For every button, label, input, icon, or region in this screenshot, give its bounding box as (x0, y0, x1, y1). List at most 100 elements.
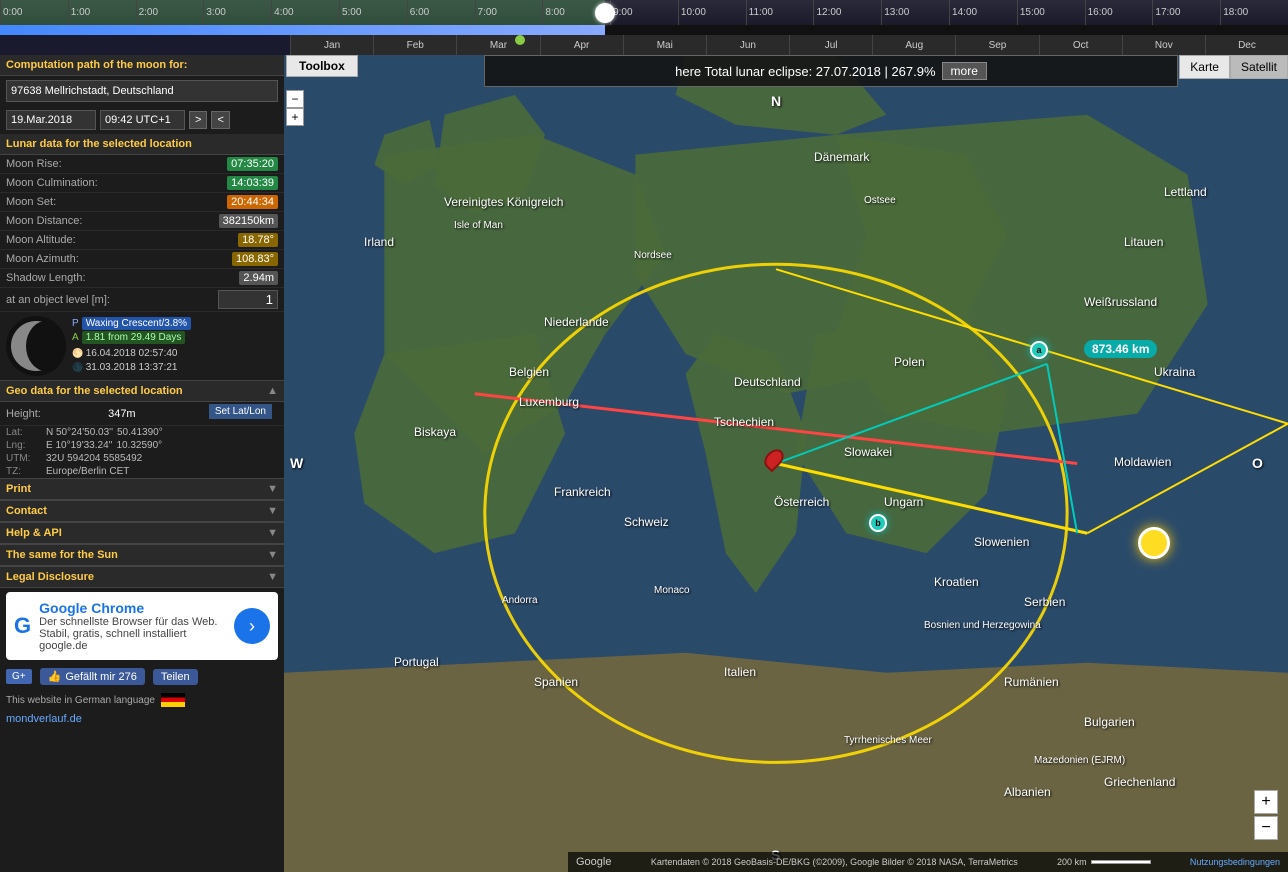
moon-altitude-value: 18.78° (238, 233, 278, 247)
print-label: Print (6, 483, 31, 495)
month-mar[interactable]: Mar (456, 35, 539, 55)
google-logo: Google (576, 856, 611, 868)
distance-label: 873.46 km (1084, 340, 1157, 358)
nutzungsbedingungen-link[interactable]: Nutzungsbedingungen (1190, 857, 1280, 867)
ad-logo: G (14, 613, 31, 639)
nav-next-button[interactable]: > (189, 111, 207, 129)
eclipse-text: here Total lunar eclipse: 27.07.2018 | 2… (675, 64, 935, 79)
month-jan[interactable]: Jan (290, 35, 373, 55)
left-panel: Computation path of the moon for: > < Lu… (0, 55, 284, 872)
fb-like-button[interactable]: 👍Gefällt mir 276 (40, 668, 145, 685)
fb-share-button[interactable]: Teilen (153, 669, 198, 685)
point-b-marker[interactable]: b (869, 514, 887, 532)
month-feb[interactable]: Feb (373, 35, 456, 55)
print-header[interactable]: Print ▼ (0, 478, 284, 500)
satellit-button[interactable]: Satellit (1230, 55, 1288, 79)
tz-value: Europe/Berlin CET (46, 466, 129, 477)
utm-row: UTM: 32U 594204 5585492 (0, 452, 284, 465)
month-mai[interactable]: Mai (623, 35, 706, 55)
month-jun[interactable]: Jun (706, 35, 789, 55)
sun-header[interactable]: The same for the Sun ▼ (0, 544, 284, 566)
nav-prev-button[interactable]: < (211, 111, 229, 129)
toolbox-button[interactable]: Toolbox (286, 55, 358, 77)
height-label: Height: (6, 408, 41, 420)
utm-value: 32U 594204 5585492 (46, 453, 142, 464)
scale-line (1091, 860, 1151, 864)
map-type-buttons: Karte Satellit (1179, 55, 1288, 79)
moon-azimuth-label: Moon Azimuth: (6, 253, 79, 265)
moon-set-value: 20:44:34 (227, 195, 278, 209)
zoom-in-button[interactable]: + (1254, 790, 1278, 814)
computation-title: Computation path of the moon for: (0, 55, 284, 76)
next-full-moon: 16.04.2018 02:57:40 (86, 348, 178, 359)
height-row: Height: 347m Set Lat/Lon (0, 402, 284, 426)
ad-subtitle: Der schnellste Browser für das Web. Stab… (39, 616, 226, 652)
compass-west: W (290, 455, 303, 471)
time-tick-13: 13:00 (881, 0, 909, 25)
map-area[interactable]: Toolbox here Total lunar eclipse: 27.07.… (284, 55, 1288, 872)
geo-section-header[interactable]: Geo data for the selected location ▲ (0, 380, 284, 402)
time-ruler[interactable]: 0:001:002:003:004:005:006:007:008:009:00… (0, 0, 1288, 25)
month-oct[interactable]: Oct (1039, 35, 1122, 55)
eclipse-banner: here Total lunar eclipse: 27.07.2018 | 2… (484, 55, 1178, 87)
time-tick-7: 7:00 (475, 0, 497, 25)
moon-culmination-value: 14:03:39 (227, 176, 278, 190)
contact-header[interactable]: Contact ▼ (0, 500, 284, 522)
main-location-marker[interactable] (766, 448, 782, 470)
help-header[interactable]: Help & API ▼ (0, 522, 284, 544)
bottom-bar: Google Kartendaten © 2018 GeoBasis-DE/BK… (568, 852, 1288, 872)
month-dec[interactable]: Dec (1205, 35, 1288, 55)
progress-bar (0, 25, 1288, 35)
month-aug[interactable]: Aug (872, 35, 955, 55)
legal-header[interactable]: Legal Disclosure ▼ (0, 566, 284, 588)
moon-azimuth-value: 108.83° (232, 252, 278, 266)
moon-set-row: Moon Set: 20:44:34 (0, 193, 284, 212)
object-level-row: at an object level [m]: (0, 288, 284, 312)
date-input[interactable] (6, 110, 96, 130)
compass-north: N (771, 93, 781, 109)
fb-gplus-button[interactable]: G+ (6, 669, 32, 684)
karte-button[interactable]: Karte (1179, 55, 1230, 79)
lng-row: Lng: E 10°19'33.24'' 10.32590° (0, 439, 284, 452)
set-latlon-button[interactable]: Set Lat/Lon (209, 404, 272, 419)
compass-east: O (1252, 455, 1263, 471)
time-input[interactable] (100, 110, 185, 130)
lat-label: Lat: (6, 427, 42, 438)
zoom-out-button[interactable]: − (1254, 816, 1278, 840)
lat-value: N 50°24'50.03'' (46, 427, 113, 438)
zoom-buttons: + − (1254, 790, 1278, 842)
month-apr[interactable]: Apr (540, 35, 623, 55)
object-level-label: at an object level [m]: (6, 294, 110, 306)
object-level-input[interactable] (218, 290, 278, 309)
moon-altitude-label: Moon Altitude: (6, 234, 76, 246)
lat-deg: 50.41390° (117, 427, 163, 438)
shadow-length-label: Shadow Length: (6, 272, 86, 284)
help-arrow: ▼ (267, 527, 278, 539)
eclipse-more-button[interactable]: more (942, 62, 987, 80)
advertisement[interactable]: G Google Chrome Der schnellste Browser f… (6, 592, 278, 660)
large-yellow-marker[interactable] (1138, 527, 1170, 559)
month-nov[interactable]: Nov (1122, 35, 1205, 55)
phase-badge: Waxing Crescent/3.8% (82, 317, 191, 330)
time-tick-16: 16:00 (1085, 0, 1113, 25)
ad-cta-button[interactable]: › (234, 608, 270, 644)
map-minus-zoom[interactable]: − (286, 90, 304, 108)
month-sep[interactable]: Sep (955, 35, 1038, 55)
time-cursor[interactable] (595, 3, 615, 23)
map-plus-zoom[interactable]: + (286, 108, 304, 126)
moon-azimuth-row: Moon Azimuth: 108.83° (0, 250, 284, 269)
contact-arrow: ▼ (267, 505, 278, 517)
map-overlay-svg (284, 55, 1288, 872)
tz-label: TZ: (6, 466, 42, 477)
moon-rise-row: Moon Rise: 07:35:20 (0, 155, 284, 174)
location-input[interactable] (6, 80, 278, 102)
point-a-marker[interactable]: a (1030, 341, 1048, 359)
time-tick-0: 0:00 (0, 0, 22, 25)
month-bar[interactable]: JanFebMarAprMaiJunJulAugSepOctNovDec (290, 35, 1288, 55)
time-tick-15: 15:00 (1017, 0, 1045, 25)
next-new-moon: 31.03.2018 13:37:21 (86, 362, 178, 373)
month-jul[interactable]: Jul (789, 35, 872, 55)
contact-label: Contact (6, 505, 47, 517)
time-tick-6: 6:00 (407, 0, 429, 25)
time-tick-4: 4:00 (271, 0, 293, 25)
